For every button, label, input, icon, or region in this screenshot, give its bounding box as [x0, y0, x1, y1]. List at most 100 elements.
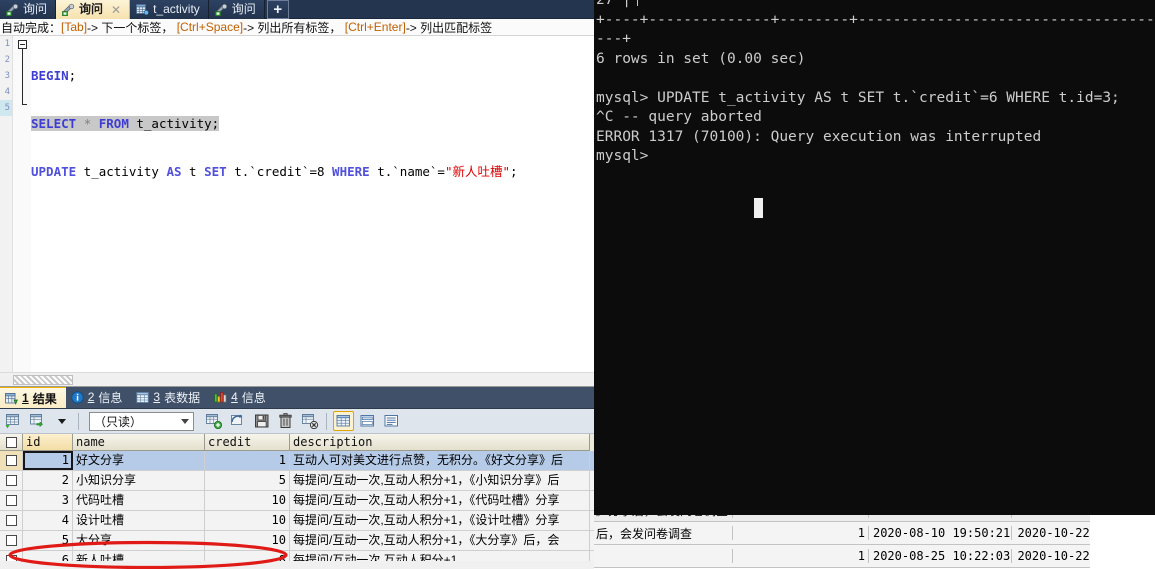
- refresh-icon: [231, 414, 243, 425]
- table-row[interactable]: 6 新人吐槽 8 每提问/互动一次,互动人积分+1: [0, 551, 594, 561]
- column-header-id[interactable]: id: [23, 434, 73, 451]
- table-row[interactable]: 4 设计吐槽 10 每提问/互动一次,互动人积分+1，《设计吐槽》分享: [0, 511, 594, 531]
- tab-label: t_activity: [153, 2, 200, 16]
- cell-id[interactable]: 6: [23, 551, 73, 561]
- cell-name[interactable]: 设计吐槽: [73, 511, 205, 530]
- read-only-select[interactable]: （只读）: [89, 411, 194, 431]
- screenshot-root: 》分享后，会发问卷调查 0 2020-08-10 19:49:36 2020-1…: [0, 0, 1155, 569]
- new-tab-button[interactable]: +: [266, 0, 289, 19]
- cell-id[interactable]: 4: [23, 511, 73, 530]
- result-tab-number: 3: [153, 390, 161, 404]
- column-header-name[interactable]: name: [73, 434, 205, 451]
- read-only-value: （只读）: [94, 414, 143, 429]
- checkbox-icon[interactable]: [5, 495, 17, 506]
- cell-id[interactable]: 2: [23, 471, 73, 490]
- row-selector[interactable]: [0, 511, 23, 530]
- table-row[interactable]: 2 小知识分享 5 每提问/互动一次,互动人积分+1，《小知识分享》后: [0, 471, 594, 491]
- tab-info-4[interactable]: 4 信息: [209, 386, 275, 408]
- cell-credit[interactable]: 8: [205, 551, 290, 561]
- cell-description[interactable]: 每提问/互动一次,互动人积分+1: [290, 551, 590, 561]
- form-view-button[interactable]: [27, 411, 48, 431]
- cell-credit[interactable]: 10: [205, 531, 290, 550]
- tab-t-activity[interactable]: t_activity: [130, 0, 209, 19]
- table-row[interactable]: 1 好文分享 1 互动人可对美文进行点赞，无积分。《好文分享》后: [0, 451, 594, 471]
- sql-editor[interactable]: 1 2 3 4 5 BEGIN; SELECT * FROM t_activit…: [0, 36, 594, 387]
- cell-name[interactable]: 大分享: [73, 531, 205, 550]
- grid-header-row: id name credit description: [0, 434, 594, 451]
- profile-icon: [214, 391, 227, 404]
- cancel-record-button[interactable]: [299, 411, 320, 431]
- cell-name[interactable]: 好文分享: [73, 451, 205, 470]
- row-selector[interactable]: [0, 531, 23, 550]
- cell-name[interactable]: 小知识分享: [73, 471, 205, 490]
- row-selector[interactable]: [0, 451, 23, 470]
- checkbox-icon[interactable]: [5, 515, 17, 526]
- mysql-terminal-window[interactable]: · · ·· · · · · ·· · · · ·· · · 27 | +---…: [594, 0, 1155, 515]
- cell-name[interactable]: 代码吐槽: [73, 491, 205, 510]
- terminal-line: ^C -- query aborted: [596, 109, 762, 125]
- row-selector[interactable]: [0, 491, 23, 510]
- navicat-window: 询问 询问 ✕ t_activity 询问 + 自动完成： [Tab] -> 下…: [0, 0, 594, 569]
- cell-description[interactable]: 每提问/互动一次,互动人积分+1，《设计吐槽》分享: [290, 511, 590, 530]
- tab-info-2[interactable]: 2 信息: [66, 386, 132, 408]
- cell-credit[interactable]: 10: [205, 491, 290, 510]
- view-dropdown[interactable]: [51, 411, 72, 431]
- cell-description[interactable]: 每提问/互动一次,互动人积分+1，《大分享》后，会: [290, 531, 590, 550]
- toolbar-separator: [326, 412, 327, 430]
- refresh-button[interactable]: [227, 411, 248, 431]
- sql-code-area[interactable]: BEGIN; SELECT * FROM t_activity; UPDATE …: [31, 36, 594, 212]
- select-all-cell[interactable]: [0, 434, 23, 451]
- grid-view-button[interactable]: [3, 411, 24, 431]
- cell-description[interactable]: 每提问/互动一次,互动人积分+1，《代码吐槽》分享: [290, 491, 590, 510]
- tab-label: 询问: [231, 2, 256, 16]
- grid-layout-icon: [336, 415, 350, 427]
- cell-id[interactable]: 1: [23, 451, 73, 470]
- column-header-credit[interactable]: credit: [205, 434, 290, 451]
- close-icon[interactable]: ✕: [111, 3, 121, 17]
- tab-query-2[interactable]: 询问 ✕: [56, 0, 131, 19]
- floppy-save-icon: [254, 414, 268, 428]
- checkbox-icon[interactable]: [5, 455, 17, 466]
- hint-text-ctrl-space: -> 列出所有标签，: [243, 20, 342, 35]
- grid-layout-button[interactable]: [333, 411, 354, 431]
- cell-id[interactable]: 3: [23, 491, 73, 510]
- editor-horizontal-scrollbar[interactable]: [0, 372, 594, 386]
- cell-id[interactable]: 5: [23, 531, 73, 550]
- cell-credit[interactable]: 1: [205, 451, 290, 470]
- checkbox-icon[interactable]: [5, 555, 17, 561]
- row-selector[interactable]: [0, 551, 23, 561]
- checkbox-icon[interactable]: [5, 535, 17, 546]
- tab-table-data-3[interactable]: 3 表数据: [131, 386, 209, 408]
- background-table-row[interactable]: 后，会发问卷调查 1 2020-08-10 19:50:21 2020-10-2…: [594, 522, 1155, 545]
- add-record-button[interactable]: [203, 411, 224, 431]
- text-layout-icon: [384, 415, 398, 427]
- tab-query-3[interactable]: 询问: [208, 0, 265, 19]
- row-selector[interactable]: [0, 471, 23, 490]
- table-row[interactable]: 3 代码吐槽 10 每提问/互动一次,互动人积分+1，《代码吐槽》分享: [0, 491, 594, 511]
- cell-description[interactable]: 互动人可对美文进行点赞，无积分。《好文分享》后: [290, 451, 590, 470]
- column-header-description[interactable]: description: [290, 434, 590, 451]
- cell-credit[interactable]: 10: [205, 511, 290, 530]
- terminal-line: ERROR 1317 (70100): Query execution was …: [596, 128, 1042, 145]
- checkbox-icon[interactable]: [5, 475, 17, 486]
- delete-record-button[interactable]: [275, 411, 296, 431]
- form-layout-button[interactable]: [357, 411, 378, 431]
- background-table-row[interactable]: 1 2020-08-25 10:22:03 2020-10-22 11:28:5…: [594, 545, 1155, 568]
- tab-query-1[interactable]: 询问: [0, 0, 57, 19]
- fold-collapse-icon[interactable]: [18, 40, 27, 49]
- editor-scroll-thumb[interactable]: [13, 375, 73, 385]
- text-layout-button[interactable]: [381, 411, 402, 431]
- result-tab-label: 结果: [32, 391, 57, 406]
- table-row[interactable]: 5 大分享 10 每提问/互动一次,互动人积分+1，《大分享》后，会: [0, 531, 594, 551]
- cell-name[interactable]: 新人吐槽: [73, 551, 205, 561]
- code-line-3: UPDATE t_activity AS t SET t.`credit`=8 …: [31, 164, 518, 179]
- background-cell-description: 后，会发问卷调查: [596, 526, 693, 541]
- checkbox-icon[interactable]: [5, 436, 17, 448]
- save-button[interactable]: [251, 411, 272, 431]
- tab-result[interactable]: 1 结果: [0, 386, 66, 408]
- cell-credit[interactable]: 5: [205, 471, 290, 490]
- cell-description[interactable]: 每提问/互动一次,互动人积分+1，《小知识分享》后: [290, 471, 590, 490]
- autocomplete-hint-bar: 自动完成： [Tab] -> 下一个标签， [Ctrl+Space] -> 列出…: [0, 19, 594, 36]
- result-data-grid[interactable]: id name credit description 1 好文分享 1 互动人可…: [0, 434, 594, 561]
